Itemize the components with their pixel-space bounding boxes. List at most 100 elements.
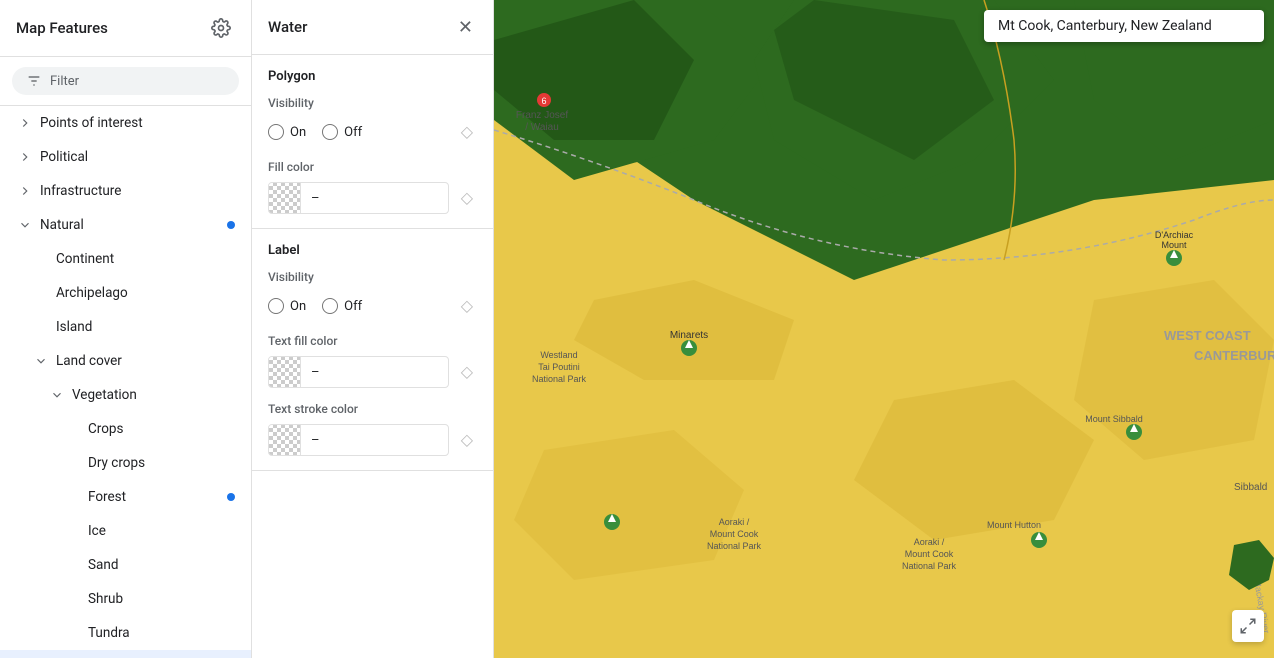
svg-text:Aoraki /: Aoraki /: [719, 517, 750, 527]
sidebar-title: Map Features: [16, 19, 108, 37]
sidebar-header: Map Features: [0, 0, 251, 57]
fullscreen-icon: [1239, 617, 1257, 635]
label-on-radio[interactable]: [268, 298, 284, 314]
fill-color-value: –: [301, 191, 330, 206]
text-stroke-value: –: [301, 433, 330, 448]
sidebar-item-shrub[interactable]: Shrub: [0, 582, 251, 616]
settings-button[interactable]: [207, 14, 235, 42]
sidebar-item-label-infrastructure: Infrastructure: [40, 183, 121, 199]
polygon-visibility-radio-group: On Off: [268, 124, 457, 140]
label-section-title: Label: [268, 243, 477, 258]
fill-color-swatch[interactable]: –: [268, 182, 449, 214]
sidebar-item-island[interactable]: Island: [0, 310, 251, 344]
sidebar-item-continent[interactable]: Continent: [0, 242, 251, 276]
sidebar-item-ice[interactable]: Ice: [0, 514, 251, 548]
svg-text:Westland: Westland: [540, 350, 577, 360]
fill-checker-swatch: [269, 182, 301, 214]
polygon-section-title: Polygon: [268, 69, 477, 84]
polygon-on-radio[interactable]: [268, 124, 284, 140]
sidebar-item-label-land-cover: Land cover: [56, 353, 122, 369]
svg-text:Mount Cook: Mount Cook: [905, 549, 954, 559]
polygon-on-radio-label[interactable]: On: [268, 124, 306, 140]
polygon-off-radio-label[interactable]: Off: [322, 124, 362, 140]
sidebar-item-label-shrub: Shrub: [88, 591, 123, 607]
modified-dot-forest: [227, 493, 235, 501]
fullscreen-button[interactable]: [1232, 610, 1264, 642]
sidebar-item-water[interactable]: Water: [0, 650, 251, 658]
text-fill-swatch[interactable]: –: [268, 356, 449, 388]
chevron-icon-natural: [16, 216, 34, 234]
label-on-radio-label[interactable]: On: [268, 298, 306, 314]
svg-text:Mount Hutton: Mount Hutton: [987, 520, 1041, 530]
text-fill-label: Text fill color: [268, 334, 477, 348]
svg-text:Mount: Mount: [1161, 240, 1187, 250]
search-bar: Mt Cook, Canterbury, New Zealand: [984, 10, 1264, 42]
chevron-icon-points-of-interest: [16, 114, 34, 132]
label-off-radio[interactable]: [322, 298, 338, 314]
polygon-on-label: On: [290, 125, 306, 140]
sidebar-item-label-points-of-interest: Points of interest: [40, 115, 143, 131]
polygon-visibility-row: On Off ◇: [268, 118, 477, 146]
chevron-icon-infrastructure: [16, 182, 34, 200]
sidebar-item-label-island: Island: [56, 319, 92, 335]
sidebar-item-infrastructure[interactable]: Infrastructure: [0, 174, 251, 208]
sidebar-item-forest[interactable]: Forest: [0, 480, 251, 514]
label-section: Label Visibility On Off ◇ Text fill colo…: [252, 229, 493, 471]
text-stroke-swatch[interactable]: –: [268, 424, 449, 456]
polygon-off-radio[interactable]: [322, 124, 338, 140]
sidebar-item-dry-crops[interactable]: Dry crops: [0, 446, 251, 480]
svg-text:Mount Sibbald: Mount Sibbald: [1085, 414, 1143, 424]
svg-text:CANTERBURY: CANTERBURY: [1194, 348, 1274, 363]
sidebar-item-archipelago[interactable]: Archipelago: [0, 276, 251, 310]
sidebar-item-tundra[interactable]: Tundra: [0, 616, 251, 650]
svg-text:National Park: National Park: [532, 374, 587, 384]
svg-text:National Park: National Park: [707, 541, 762, 551]
panel-header: Water ✕: [252, 0, 493, 55]
svg-text:D'Archiac: D'Archiac: [1155, 230, 1194, 240]
svg-text:Franz Josef: Franz Josef: [516, 110, 568, 121]
filter-label: Filter: [50, 74, 79, 89]
label-off-radio-label[interactable]: Off: [322, 298, 362, 314]
sidebar-item-natural[interactable]: Natural: [0, 208, 251, 242]
sidebar-item-label-forest: Forest: [88, 489, 126, 505]
sidebar-item-label-ice: Ice: [88, 523, 106, 539]
text-fill-checker: [269, 356, 301, 388]
sidebar-item-crops[interactable]: Crops: [0, 412, 251, 446]
chevron-icon-vegetation: [48, 386, 66, 404]
fill-color-diamond-button[interactable]: ◇: [457, 184, 477, 212]
svg-text:WEST COAST: WEST COAST: [1164, 328, 1251, 343]
sidebar: Map Features Filter Points of interestPo…: [0, 0, 252, 658]
polygon-section: Polygon Visibility On Off ◇ Fill color –: [252, 55, 493, 229]
fill-color-row: – ◇: [268, 182, 477, 214]
sidebar-item-label-archipelago: Archipelago: [56, 285, 128, 301]
sidebar-item-sand[interactable]: Sand: [0, 548, 251, 582]
label-visibility-radio-group: On Off: [268, 298, 457, 314]
text-stroke-color-row: – ◇: [268, 424, 477, 456]
svg-text:Sibbald: Sibbald: [1234, 482, 1267, 493]
text-stroke-label: Text stroke color: [268, 402, 477, 416]
search-value: Mt Cook, Canterbury, New Zealand: [998, 18, 1212, 34]
sidebar-item-political[interactable]: Political: [0, 140, 251, 174]
label-visibility-diamond-button[interactable]: ◇: [457, 292, 477, 320]
sidebar-item-label-political: Political: [40, 149, 88, 165]
text-fill-diamond-button[interactable]: ◇: [457, 358, 477, 386]
filter-input-container[interactable]: Filter: [12, 67, 239, 95]
polygon-visibility-diamond-button[interactable]: ◇: [457, 118, 477, 146]
sidebar-item-label-continent: Continent: [56, 251, 114, 267]
filter-box: Filter: [0, 57, 251, 106]
polygon-off-label: Off: [344, 125, 362, 140]
label-visibility-label: Visibility: [268, 270, 477, 284]
sidebar-item-points-of-interest[interactable]: Points of interest: [0, 106, 251, 140]
nav-tree: Points of interest Political Infrastructur…: [0, 106, 251, 658]
map-canvas: WEST COAST CANTERBURY WEST COAST CANTERB…: [494, 0, 1274, 658]
close-panel-button[interactable]: ✕: [454, 14, 477, 40]
svg-text:Minarets: Minarets: [670, 330, 708, 341]
svg-text:Aoraki /: Aoraki /: [914, 537, 945, 547]
filter-icon: [26, 73, 42, 89]
svg-text:National Park: National Park: [902, 561, 957, 571]
sidebar-item-vegetation[interactable]: Vegetation: [0, 378, 251, 412]
text-stroke-diamond-button[interactable]: ◇: [457, 426, 477, 454]
map-area[interactable]: WEST COAST CANTERBURY WEST COAST CANTERB…: [494, 0, 1274, 658]
sidebar-item-label-dry-crops: Dry crops: [88, 455, 145, 471]
sidebar-item-land-cover[interactable]: Land cover: [0, 344, 251, 378]
